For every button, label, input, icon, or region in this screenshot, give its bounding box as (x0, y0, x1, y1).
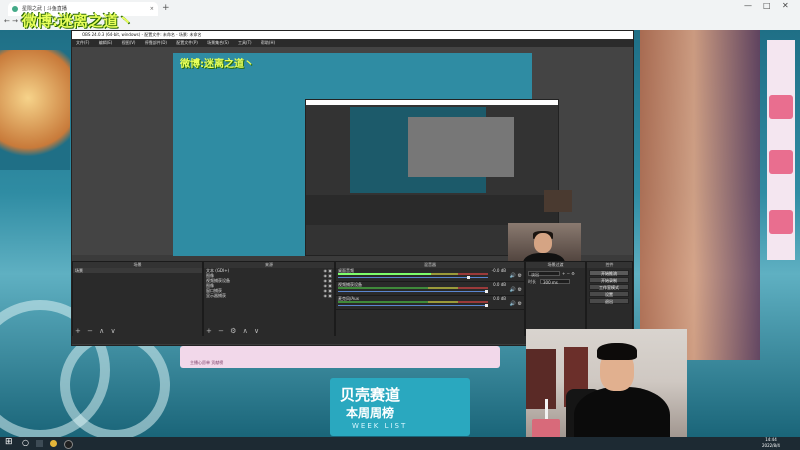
menu-docks[interactable]: 停靠部件(D) (145, 40, 167, 45)
new-tab-button[interactable]: + (162, 3, 170, 13)
windows-taskbar (0, 437, 800, 450)
source-item[interactable]: 显示器捕获 ◉ ▣ (204, 293, 334, 298)
background-float-ring (60, 330, 170, 440)
webcam-feed (526, 329, 687, 446)
close-tab-icon[interactable]: × (150, 2, 154, 16)
mixer-channel: 视频捕获设备 0.0 dB 🔊 ⚙ (336, 282, 524, 296)
menu-tools[interactable]: 工具(T) (238, 40, 252, 45)
visibility-icon[interactable]: ◉ ▣ (323, 293, 332, 298)
start-streaming-button[interactable]: 开始推流 (589, 270, 629, 276)
menu-view[interactable]: 视图(V) (122, 40, 136, 45)
volume-fader-knob[interactable] (467, 276, 470, 279)
sources-dock: 来源 文本 (GDI+) ◉ ▣ 图像 ◉ ▣ 视频捕获设备 ◉ ▣ 图像 ◉ ▣ 窗口… (203, 261, 335, 337)
nested-inner-preview (408, 117, 514, 177)
transition-type-select[interactable]: 淡出 (528, 271, 560, 277)
exit-button[interactable]: 退出 (589, 298, 629, 304)
volume-fader[interactable] (338, 304, 488, 307)
transitions-dock-title: 场景过渡 (526, 262, 585, 268)
menu-edit[interactable]: 编辑(E) (99, 40, 113, 45)
volume-meter (338, 273, 488, 275)
channel-db: 0.0 dB (493, 282, 506, 287)
channel-db: 0.0 dB (493, 296, 506, 301)
obs-title-bar: OBS 24.0.3 (64-bit, windows) - 配置文件: 未命名… (72, 31, 633, 39)
duration-input[interactable]: 300 ms (540, 279, 570, 285)
studio-mode-button[interactable]: 工作室模式 (589, 284, 629, 290)
speaker-icon[interactable]: 🔊 ⚙ (510, 273, 522, 279)
speaker-icon[interactable]: 🔊 ⚙ (510, 287, 522, 293)
settings-button[interactable]: 设置 (589, 291, 629, 297)
stream-overlay-title: 微博:迷离之道丶 (22, 12, 133, 30)
speaker-icon[interactable]: 🔊 ⚙ (510, 301, 522, 307)
obs-taskbar-icon[interactable] (64, 440, 73, 449)
leaderboard-english-label: WEEK LIST (352, 422, 408, 430)
start-recording-button[interactable]: 开始录制 (589, 277, 629, 283)
obs-menu-bar: 文件(F) 编辑(E) 视图(V) 停靠部件(D) 配置文件(P) 场景集合(S… (72, 39, 633, 47)
chrome-icon[interactable] (50, 440, 57, 447)
streamer-hair (597, 343, 637, 360)
gift-item[interactable] (769, 150, 793, 174)
duration-label: 时长 (528, 279, 536, 284)
emote-bar-text: 主播心愿单 贡献榜 (190, 360, 224, 365)
close-window-button[interactable]: ✕ (782, 1, 789, 10)
gift-item[interactable] (769, 95, 793, 119)
controls-dock: 控件 开始推流 开始录制 工作室模式 设置 退出 (586, 261, 633, 337)
streamer-face (534, 233, 552, 253)
stream-preview[interactable] (173, 53, 581, 278)
character-art-right (640, 30, 760, 360)
leaderboard-subtitle: 本周周榜 (346, 406, 395, 420)
nested-webcam (544, 190, 572, 212)
leaderboard-title: 贝壳赛道 (340, 386, 401, 404)
volume-meter-level (338, 273, 431, 275)
menu-profile[interactable]: 配置文件(P) (176, 40, 198, 45)
volume-fader[interactable] (338, 276, 488, 279)
controls-dock-title: 控件 (587, 262, 632, 268)
minimize-window-button[interactable]: — (744, 1, 752, 10)
mixer-channel: 桌面音频 -0.0 dB 🔊 ⚙ (336, 268, 524, 282)
mixer-channel: 麦克风/Aux 0.0 dB 🔊 ⚙ (336, 296, 524, 310)
emote-bar[interactable] (180, 346, 500, 368)
scene-item[interactable]: 场景 (73, 268, 202, 273)
nested-preview (350, 107, 514, 193)
volume-meter (338, 301, 488, 303)
character-art-left (0, 50, 70, 170)
volume-fader[interactable] (338, 290, 488, 293)
preview-overlay-title: 微博:迷离之道丶 (180, 59, 254, 70)
start-menu-icon[interactable]: ⊞ (5, 437, 13, 447)
clock-date: 2022/8/4 (762, 443, 780, 448)
maximize-window-button[interactable]: □ (763, 1, 771, 10)
scene-transitions-dock: 场景过渡 淡出 + − ⚙ 时长 300 ms (525, 261, 586, 337)
search-icon[interactable]: ○ (22, 438, 29, 447)
taskbar-clock: 14:44 2022/8/4 (762, 437, 780, 449)
menu-scene-collection[interactable]: 场景集合(S) (207, 40, 229, 45)
sources-toolbar[interactable]: + − ⚙ ∧ ∨ (206, 327, 261, 335)
task-view-icon[interactable] (36, 440, 43, 447)
volume-meter (338, 287, 488, 289)
obs-window: OBS 24.0.3 (64-bit, windows) - 配置文件: 未命名… (71, 30, 634, 346)
menu-file[interactable]: 文件(F) (76, 40, 89, 45)
background-door (526, 349, 556, 409)
volume-fader-knob[interactable] (485, 290, 488, 293)
volume-fader-knob[interactable] (485, 304, 488, 307)
nested-title-bar (306, 100, 558, 105)
nested-docks (306, 195, 558, 225)
scenes-dock: 场景 场景 + − ∧ ∨ (72, 261, 203, 337)
scenes-toolbar[interactable]: + − ∧ ∨ (75, 327, 118, 335)
transition-controls[interactable]: + − ⚙ (562, 271, 575, 276)
source-label: 显示器捕获 (206, 293, 226, 298)
gift-item[interactable] (769, 210, 793, 234)
drink-straw (545, 399, 548, 421)
audio-mixer-dock: 混音器 桌面音频 -0.0 dB 🔊 ⚙ 视频捕获设备 0.0 dB 🔊 ⚙ 麦克风/Aux… (335, 261, 525, 337)
menu-help[interactable]: 帮助(H) (261, 40, 275, 45)
site-favicon-icon (12, 6, 18, 12)
channel-db: -0.0 dB (491, 268, 506, 273)
